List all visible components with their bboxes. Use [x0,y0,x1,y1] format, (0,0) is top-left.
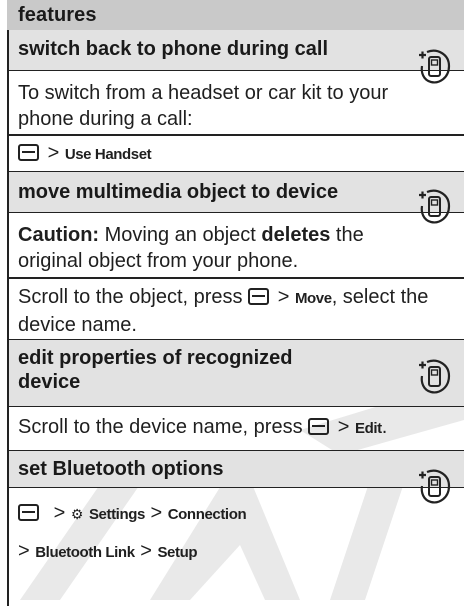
section-title: edit properties of recognized device [18,347,293,393]
menu-key-icon [308,418,330,435]
path-separator: > [47,142,60,164]
menu-path: > ⚙ Settings > Connection [18,500,247,528]
menu-path-continued: > Bluetooth Link > Setup [18,540,198,562]
table-header: features [7,0,464,31]
phone-feature-icon [419,469,451,504]
menu-key-icon [248,288,270,305]
left-border-line [7,0,9,606]
phone-feature-icon [419,359,451,394]
section-title: switch back to phone during call [18,38,329,60]
menu-item-use-handset: Use Handset [64,146,152,163]
phone-feature-icon [419,49,451,84]
row-separator [8,134,464,136]
settings-icon: ⚙ [70,506,84,522]
section-title: set Bluetooth options [18,458,224,480]
menu-key-icon [18,504,39,521]
table-header-title: features [18,4,97,26]
menu-key-icon [18,144,39,161]
section-step: Scroll to the object, press > Move, sele… [18,286,429,336]
caution-note: Caution: Moving an object deletes the or… [18,224,364,272]
section-body: To switch from a headset or car kit to y… [18,82,389,130]
menu-item-connection: Connection [167,506,247,523]
menu-path: > Use Handset [18,140,152,168]
row-separator [8,277,464,279]
menu-item-move: Move [294,290,332,307]
menu-item-bluetooth-link: Bluetooth Link [35,544,135,561]
section-step: Scroll to the device name, press > Edit. [18,416,388,438]
menu-item-setup: Setup [157,544,198,561]
menu-item-edit: Edit [354,420,382,437]
menu-item-settings: Settings [88,506,145,523]
features-table: features switch back to phone during cal… [7,0,464,606]
section-title: move multimedia object to device [18,181,339,203]
caution-label: Caution: [18,224,100,246]
phone-feature-icon [419,189,451,224]
